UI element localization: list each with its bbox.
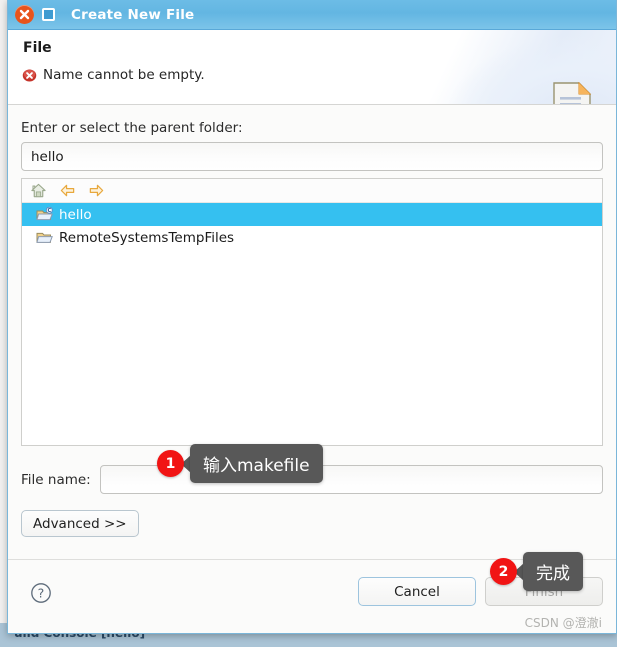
file-name-label: File name:	[21, 471, 91, 488]
parent-folder-label: Enter or select the parent folder:	[21, 120, 243, 136]
annotation-2: 2 完成	[490, 552, 583, 591]
dialog-body: Enter or select the parent folder: hello…	[8, 105, 616, 559]
svg-text:?: ?	[38, 586, 45, 601]
annotation-2-bubble: 完成	[523, 552, 583, 591]
error-circle-icon	[22, 69, 37, 81]
tree-item-label: hello	[59, 206, 92, 223]
background-console-tab[interactable]: uild Console [hello]	[14, 633, 344, 647]
maximize-square-icon[interactable]	[39, 5, 58, 24]
folder-tree-toolbar	[22, 179, 602, 203]
folder-icon	[36, 232, 53, 243]
banner-error-text: Name cannot be empty.	[43, 67, 205, 83]
close-x-icon[interactable]	[15, 5, 34, 24]
forward-arrow-icon[interactable]	[88, 182, 105, 199]
dialog-title: Create New File	[71, 6, 195, 23]
csdn-watermark: CSDN @澄澈i	[524, 616, 602, 630]
tree-item-remotesystemstempfiles[interactable]: RemoteSystemsTempFiles	[22, 226, 602, 249]
advanced-button[interactable]: Advanced >>	[21, 510, 139, 537]
background-console-tab-label: uild Console [hello]	[14, 633, 146, 640]
annotation-1: 1 输入makefile	[157, 444, 323, 483]
dialog-titlebar: Create New File	[8, 0, 616, 30]
new-file-document-icon	[553, 82, 591, 104]
annotation-1-bubble: 输入makefile	[190, 444, 323, 483]
annotation-1-badge: 1	[157, 450, 184, 477]
parent-folder-input[interactable]	[21, 142, 603, 171]
banner-heading: File	[23, 40, 52, 56]
annotation-2-badge: 2	[490, 558, 517, 585]
tree-item-label: RemoteSystemsTempFiles	[59, 229, 235, 246]
c-project-folder-icon: C	[36, 207, 53, 221]
tree-item-hello[interactable]: C hello	[22, 203, 602, 226]
help-question-icon[interactable]: ?	[30, 582, 52, 604]
banner-error-message-row: Name cannot be empty.	[22, 67, 205, 83]
home-icon[interactable]	[30, 182, 47, 199]
folder-tree-panel: C hello RemoteSystemsTempFiles	[21, 178, 603, 446]
cancel-button[interactable]: Cancel	[358, 577, 476, 606]
back-arrow-icon[interactable]	[59, 182, 76, 199]
create-new-file-dialog: Create New File File Name cannot be empt…	[7, 0, 617, 634]
svg-text:C: C	[47, 208, 51, 214]
dialog-banner: File Name cannot be empty.	[8, 30, 616, 105]
screen: uild Console [hello] Create New File Fil…	[0, 0, 617, 647]
